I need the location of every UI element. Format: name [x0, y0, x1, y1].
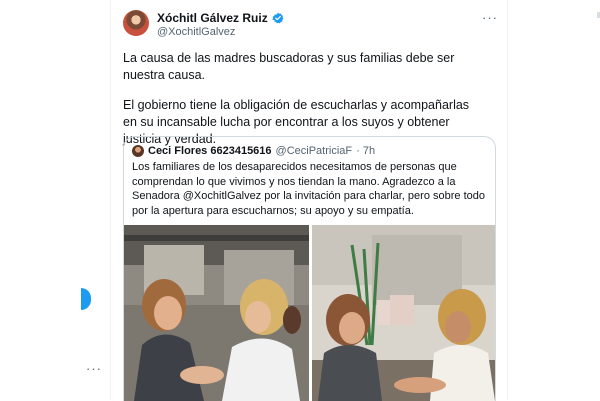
- photo-left-image: [124, 225, 309, 401]
- verified-badge-icon: [271, 12, 284, 24]
- quoted-timestamp[interactable]: · 7h: [356, 145, 375, 157]
- quoted-tweet-text: Los familiares de los desaparecidos nece…: [132, 161, 485, 217]
- photo-left[interactable]: [124, 225, 309, 401]
- quoted-avatar[interactable]: [132, 145, 144, 157]
- sidebar-more-icon[interactable]: ···: [86, 361, 102, 376]
- right-sidebar: [508, 0, 600, 400]
- quoted-tweet[interactable]: Ceci Flores 6623415616 @CeciPatriciaF · …: [123, 136, 496, 401]
- left-sidebar: [0, 0, 108, 400]
- tweet[interactable]: Xóchitl Gálvez Ruiz @XochitlGalvez ··· L…: [111, 0, 507, 401]
- more-options-icon[interactable]: ···: [482, 10, 498, 25]
- avatar[interactable]: [123, 10, 149, 36]
- quoted-author-handle[interactable]: @CeciPatriciaF: [276, 145, 353, 157]
- tweet-text-paragraph-1: La causa de las madres buscadoras y sus …: [123, 51, 455, 82]
- author-handle[interactable]: @XochitlGalvez: [157, 26, 235, 38]
- quoted-author-name[interactable]: Ceci Flores 6623415616: [148, 145, 272, 157]
- author-name[interactable]: Xóchitl Gálvez Ruiz: [157, 11, 268, 25]
- photo-right-image: [312, 225, 495, 401]
- photo-right[interactable]: [312, 225, 495, 401]
